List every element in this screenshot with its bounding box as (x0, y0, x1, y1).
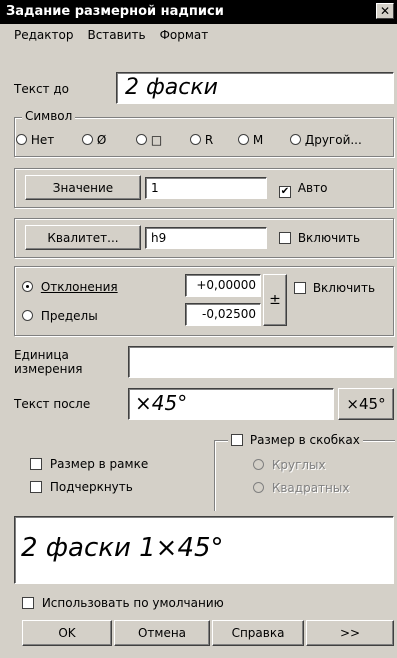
unit-label: Единица измерения (14, 348, 82, 376)
brackets-label: Размер в скобках (249, 433, 360, 447)
help-button[interactable]: Справка (212, 620, 304, 646)
use-default-checkbox[interactable]: Использовать по умолчанию (22, 596, 224, 610)
checkbox-icon (231, 434, 243, 446)
diameter-icon: Ø (96, 133, 107, 147)
unit-input[interactable] (128, 346, 394, 378)
radio-icon (16, 134, 27, 145)
text-after-value: ×45° (135, 391, 188, 415)
checkbox-icon (294, 282, 306, 294)
radio-icon (136, 134, 147, 145)
checkbox-icon: ✔ (279, 186, 291, 198)
unit-label-line1: Единица (14, 348, 69, 362)
text-before-value: 2 фаски (125, 75, 218, 100)
symbol-legend: Символ (22, 109, 76, 123)
deviations-include-checkbox[interactable]: Включить (294, 281, 375, 295)
plusminus-button[interactable]: ± (263, 274, 287, 326)
square-brackets-radio[interactable]: Квадратных (253, 481, 349, 495)
more-button[interactable]: >> (306, 620, 394, 646)
round-brackets-radio[interactable]: Круглых (253, 458, 326, 472)
auto-checkbox[interactable]: ✔ Авто (279, 181, 327, 198)
ok-button[interactable]: OK (22, 620, 112, 646)
radio-icon (190, 134, 201, 145)
symbol-option-radius[interactable]: R (190, 133, 213, 147)
symbol-option-label: M (252, 133, 264, 147)
dialog-window: Задание размерной надписи ✕ Редактор Вст… (0, 0, 397, 658)
upper-deviation-value: +0,00000 (196, 278, 256, 292)
frame-checkbox[interactable]: Размер в рамке (30, 457, 148, 471)
checkbox-icon (22, 597, 34, 609)
symbol-option-none[interactable]: Нет (16, 133, 54, 147)
preview-text: 2 фаски 1×45° (21, 533, 224, 563)
lower-deviation-value: -0,02500 (202, 307, 256, 321)
radio-icon (253, 482, 264, 493)
square-icon: □ (150, 133, 163, 147)
use-default-label: Использовать по умолчанию (41, 596, 224, 610)
upper-deviation-input[interactable]: +0,00000 (185, 274, 261, 297)
radio-icon (253, 459, 264, 470)
quality-include-label: Включить (297, 231, 361, 245)
deviations-label: Отклонения (40, 280, 118, 294)
symbol-option-diameter[interactable]: Ø (82, 133, 106, 147)
checkbox-icon (30, 481, 42, 493)
frame-label: Размер в рамке (49, 457, 149, 471)
symbol-option-label: R (204, 133, 214, 147)
checkbox-icon (30, 458, 42, 470)
radio-icon (290, 134, 301, 145)
quality-include-checkbox[interactable]: Включить (279, 231, 360, 245)
value-input-text: 1 (151, 181, 159, 195)
checkbox-icon (279, 232, 291, 244)
symbol-option-metric[interactable]: M (238, 133, 263, 147)
underline-label: Подчеркнуть (49, 480, 133, 494)
brackets-checkbox[interactable]: Размер в скобках (228, 433, 363, 447)
window-title: Задание размерной надписи (6, 4, 224, 19)
lower-deviation-input[interactable]: -0,02500 (185, 303, 261, 326)
radio-icon (238, 134, 249, 145)
title-bar: Задание размерной надписи ✕ (0, 0, 397, 24)
menu-item-editor[interactable]: Редактор (14, 28, 73, 46)
symbol-option-label: Другой... (304, 133, 362, 147)
underline-checkbox[interactable]: Подчеркнуть (30, 480, 133, 494)
symbol-option-square[interactable]: □ (136, 133, 162, 147)
value-input[interactable]: 1 (145, 177, 267, 199)
quality-button[interactable]: Квалитет... (25, 225, 141, 250)
symbol-option-label: Нет (30, 133, 55, 147)
deviations-radio[interactable]: Отклонения (22, 280, 118, 294)
radio-icon (22, 281, 33, 292)
text-after-input[interactable]: ×45° (128, 388, 334, 420)
times45-button[interactable]: ×45° (338, 388, 394, 420)
menu-item-format[interactable]: Формат (160, 28, 209, 46)
deviations-include-label: Включить (312, 281, 376, 295)
close-button[interactable]: ✕ (376, 3, 394, 19)
cancel-button[interactable]: Отмена (114, 620, 210, 646)
symbol-options: Нет Ø □ R M Другой... (16, 133, 392, 149)
quality-input[interactable]: h9 (145, 227, 267, 249)
radio-icon (82, 134, 93, 145)
symbol-option-other[interactable]: Другой... (290, 133, 362, 147)
menu-bar: Редактор Вставить Формат (14, 28, 208, 46)
text-after-label: Текст после (14, 397, 91, 411)
round-brackets-label: Круглых (271, 458, 326, 472)
value-button[interactable]: Значение (25, 175, 141, 200)
limits-radio[interactable]: Пределы (22, 309, 98, 323)
close-icon: ✕ (379, 4, 391, 18)
limits-label: Пределы (40, 309, 98, 323)
text-before-label: Текст до (14, 82, 70, 96)
auto-label: Авто (297, 181, 328, 195)
text-before-input[interactable]: 2 фаски (116, 72, 394, 104)
square-brackets-label: Квадратных (271, 481, 350, 495)
brackets-group (214, 440, 395, 511)
menu-item-insert[interactable]: Вставить (87, 28, 145, 46)
quality-input-text: h9 (151, 231, 167, 245)
radio-icon (22, 310, 33, 321)
preview-box: 2 фаски 1×45° (14, 516, 394, 584)
plusminus-icon: ± (269, 292, 281, 308)
unit-label-line2: измерения (14, 362, 83, 376)
